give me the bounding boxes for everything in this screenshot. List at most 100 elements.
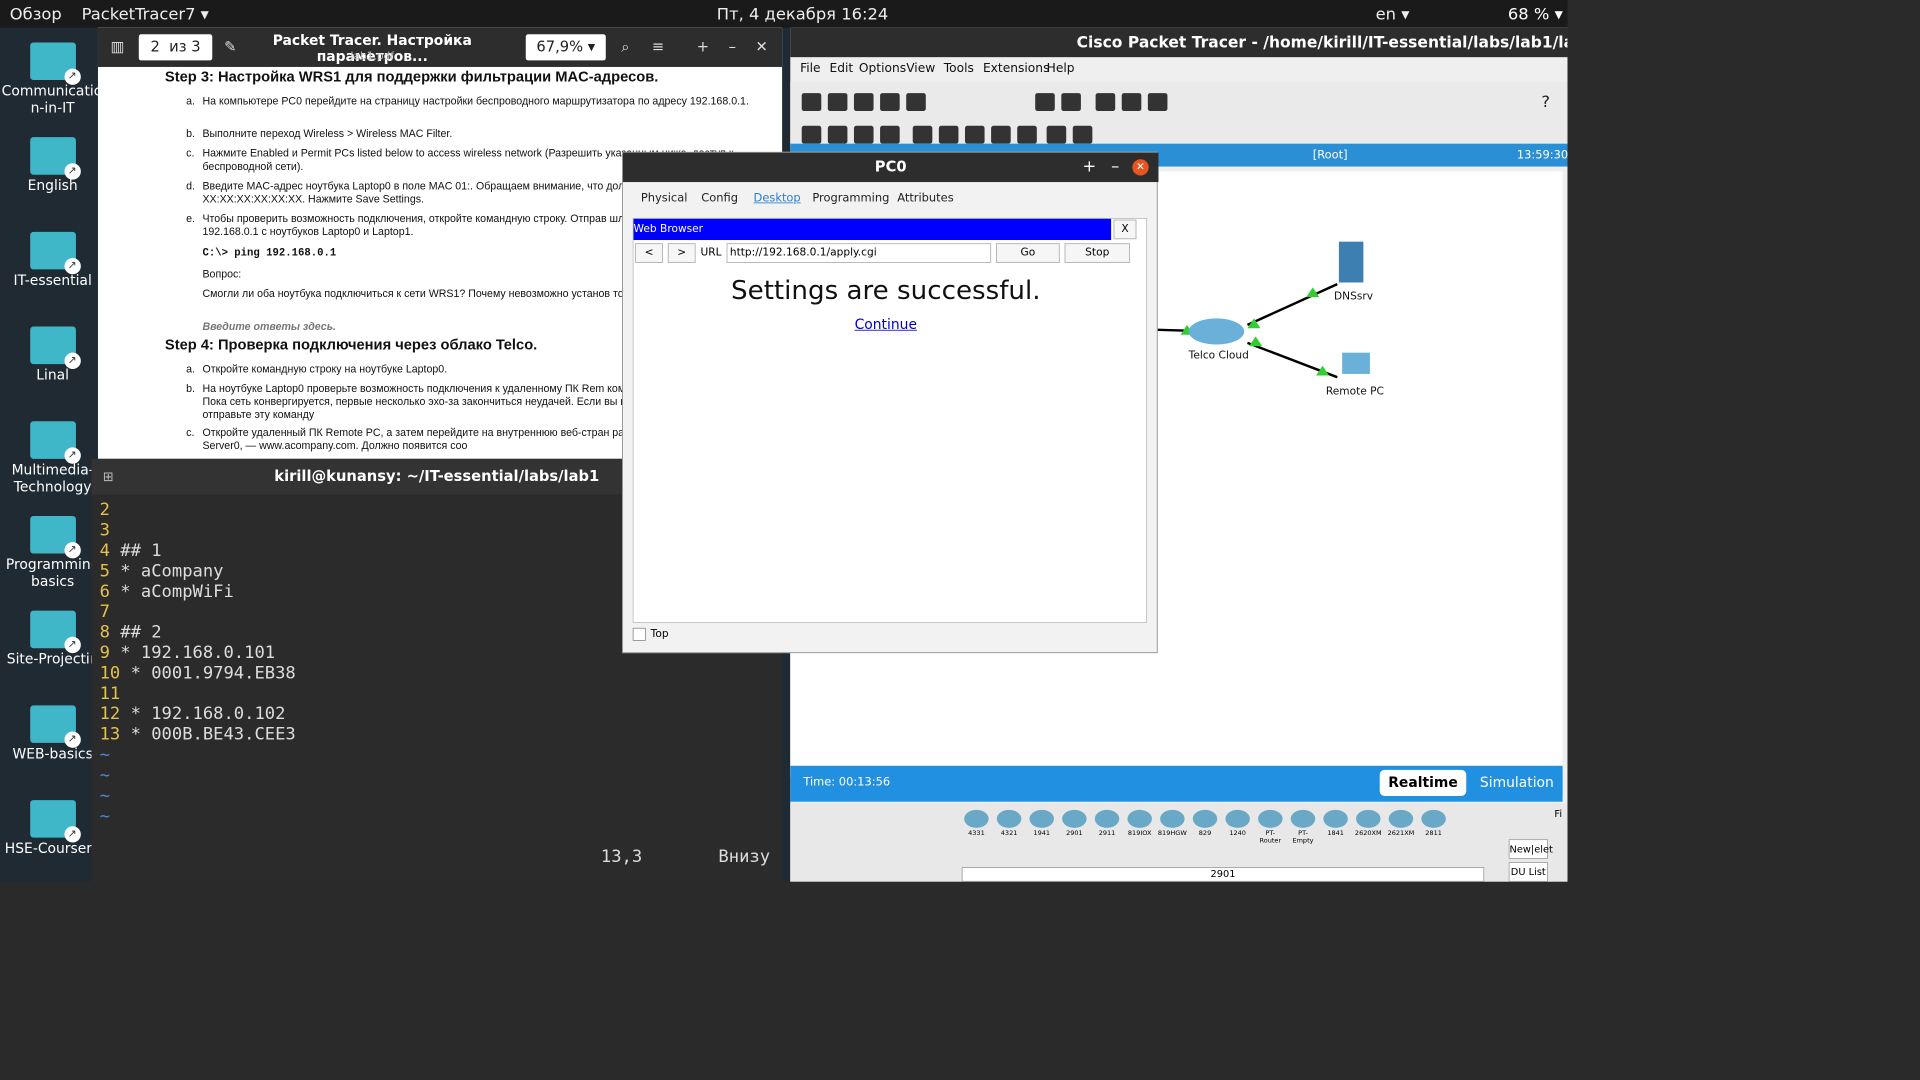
menu-icon[interactable]: ≡ — [645, 34, 671, 60]
router-model[interactable]: 4331 — [962, 808, 991, 841]
menu-extensions[interactable]: Extensions — [983, 60, 1049, 75]
router-model[interactable]: 1841 — [1321, 808, 1350, 841]
desktop-folder[interactable]: ↗ Communicatio-n-in-IT — [1, 42, 108, 117]
zoom-out-icon[interactable] — [1147, 93, 1168, 112]
search-icon[interactable]: ⌕ — [612, 34, 638, 60]
router-model[interactable]: 2811 — [1419, 808, 1448, 841]
router-model[interactable]: PT-Empty — [1288, 808, 1317, 844]
desktop-folder[interactable]: ↗ Programming basics — [2, 515, 104, 591]
desktop-folder[interactable]: ↗ English — [2, 137, 104, 195]
add-icon[interactable]: + — [1083, 156, 1097, 176]
forward-button[interactable]: > — [667, 243, 696, 263]
open-icon[interactable] — [827, 93, 848, 112]
simple-pdu-icon[interactable] — [1046, 125, 1067, 144]
redo-icon[interactable] — [1061, 93, 1081, 112]
freeform-icon[interactable] — [1017, 125, 1037, 144]
router-model[interactable]: 819IOX — [1125, 808, 1154, 841]
router-model[interactable]: PT-Router — [1256, 808, 1285, 844]
desktop-folder[interactable]: ↗ Site-Projectin — [2, 610, 104, 669]
info-icon[interactable] — [906, 93, 926, 112]
resize-icon[interactable] — [880, 125, 900, 144]
folder-label: Site-Projectin — [6, 651, 99, 668]
continue-link[interactable]: Continue — [634, 317, 1139, 333]
stop-button[interactable]: Stop — [1064, 243, 1130, 263]
zoom-in-icon[interactable] — [1095, 93, 1116, 112]
realtime-button[interactable]: Realtime — [1379, 769, 1467, 796]
close-icon[interactable]: ✕ — [749, 34, 773, 60]
device-label[interactable]: Telco Cloud — [1189, 349, 1249, 361]
router-icon — [1356, 809, 1381, 828]
sim-clock: 13:59:30 — [1516, 148, 1568, 162]
minimize-icon[interactable]: – — [1111, 156, 1119, 176]
model-label: 1841 — [1327, 829, 1344, 837]
undo-icon[interactable] — [1035, 93, 1055, 112]
desktop-folder[interactable]: ↗ Multimedia-Technology — [2, 421, 104, 496]
ellipse-icon[interactable] — [991, 125, 1011, 144]
folder-label: Communicatio-n-in-IT — [1, 83, 108, 117]
app-menu[interactable]: PacketTracer7 ▾ — [82, 4, 209, 24]
router-model[interactable]: 1941 — [1027, 808, 1056, 841]
device-label[interactable]: Remote PC — [1326, 385, 1384, 397]
pdu-list-button[interactable]: DU List — [1508, 862, 1548, 882]
top-label: Top — [650, 627, 669, 641]
browser-close-button[interactable]: X — [1113, 219, 1137, 240]
overview-button[interactable]: Обзор — [10, 4, 62, 24]
note-icon[interactable] — [912, 125, 933, 144]
page-input[interactable]: 2 — [150, 38, 159, 55]
desktop-folder[interactable]: ↗ Linal — [2, 326, 104, 385]
top-checkbox[interactable] — [632, 627, 646, 641]
tab-desktop[interactable]: Desktop — [754, 192, 801, 205]
desktop-folder[interactable]: ↗ WEB-basics — [2, 705, 104, 763]
inspect-icon[interactable] — [827, 125, 848, 144]
delete-icon[interactable] — [853, 125, 874, 144]
select-icon[interactable] — [801, 125, 822, 144]
router-model[interactable]: 1240 — [1223, 808, 1252, 841]
add-icon[interactable]: + — [691, 34, 715, 60]
complex-pdu-icon[interactable] — [1072, 125, 1093, 144]
new-icon[interactable] — [801, 93, 822, 112]
desktop-folder[interactable]: ↗ IT-essential — [2, 231, 104, 290]
zoom-reset-icon[interactable] — [1121, 93, 1142, 112]
menu-view[interactable]: View — [906, 60, 935, 75]
new-delete-button[interactable]: New|elet — [1508, 839, 1553, 859]
help-icon[interactable]: ? — [1541, 91, 1550, 111]
sidebar-icon[interactable]: ▥ — [104, 34, 130, 60]
url-input[interactable]: http://192.168.0.1/apply.cgi — [726, 243, 992, 263]
draw-line-icon[interactable] — [938, 125, 959, 144]
router-model[interactable]: 819HGW — [1158, 808, 1187, 841]
router-model[interactable]: 4321 — [994, 808, 1023, 841]
tab-programming[interactable]: Programming — [812, 192, 889, 205]
terminal-icon[interactable]: ⊞ — [103, 469, 114, 485]
menu-options[interactable]: Options — [859, 60, 906, 75]
menu-help[interactable]: Help — [1047, 60, 1075, 75]
save-icon[interactable] — [853, 93, 874, 112]
minimize-icon[interactable]: – — [720, 34, 744, 60]
rectangle-icon[interactable] — [964, 125, 985, 144]
menu-tools[interactable]: Tools — [944, 60, 974, 75]
back-button[interactable]: < — [635, 243, 663, 263]
lang-indicator[interactable]: en ▾ — [1376, 4, 1410, 24]
menu-edit[interactable]: Edit — [829, 60, 853, 75]
tab-physical[interactable]: Physical — [641, 192, 687, 205]
simulation-button[interactable]: Simulation — [1471, 769, 1563, 796]
desktop-folder[interactable]: ↗ HSE-Coursera — [2, 800, 104, 858]
root-label[interactable]: [Root] — [1313, 149, 1348, 162]
menu-file[interactable]: File — [800, 60, 820, 75]
close-icon[interactable]: ✕ — [1132, 159, 1149, 176]
dialog-title: PC0 — [622, 152, 1159, 183]
router-model[interactable]: 2621XM — [1386, 808, 1415, 841]
router-model[interactable]: 2620XM — [1354, 808, 1383, 841]
tab-attributes[interactable]: Attributes — [897, 192, 953, 205]
device-label[interactable]: DNSsrv — [1334, 291, 1373, 303]
model-label: 829 — [1198, 829, 1212, 837]
router-model[interactable]: 2901 — [1060, 808, 1089, 841]
go-button[interactable]: Go — [996, 243, 1060, 263]
router-model[interactable]: 829 — [1190, 808, 1219, 841]
print-icon[interactable] — [880, 93, 900, 112]
battery-indicator[interactable]: 68 % ▾ — [1508, 4, 1563, 24]
tab-config[interactable]: Config — [701, 192, 738, 205]
clock[interactable]: Пт, 4 декабря 16:24 — [717, 4, 888, 24]
zoom-select[interactable]: 67,9% ▾ — [525, 34, 606, 61]
router-model[interactable]: 2911 — [1092, 808, 1121, 841]
edit-icon[interactable]: ✎ — [217, 34, 243, 60]
